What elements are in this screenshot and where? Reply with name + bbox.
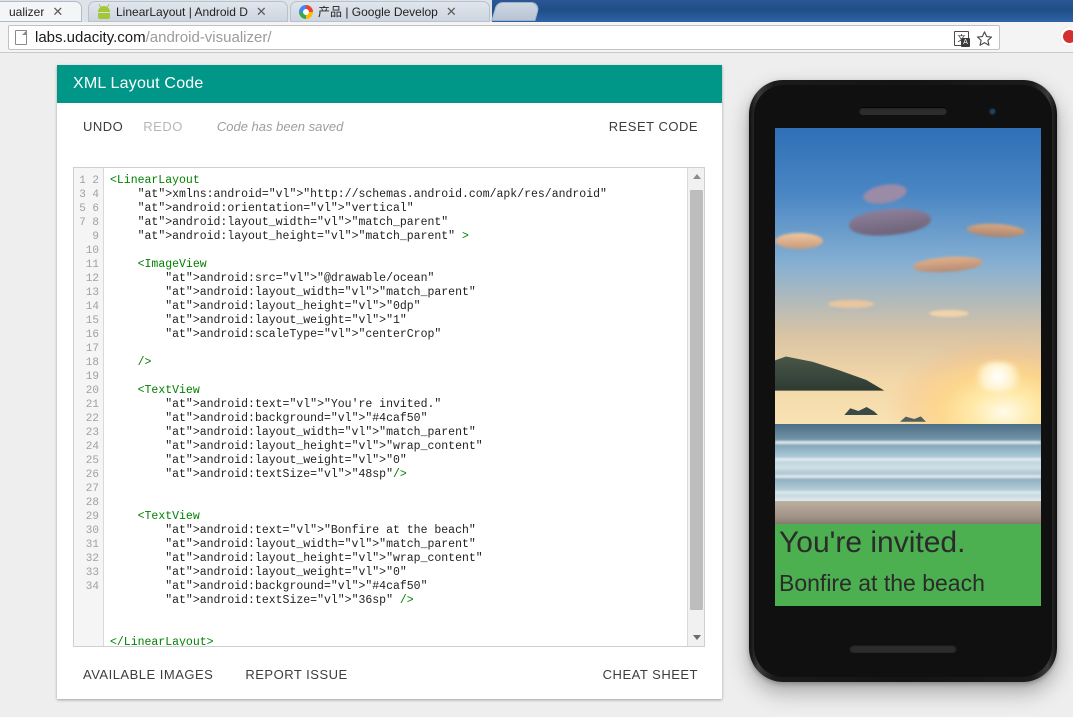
headline-textview: You're invited. bbox=[775, 524, 1041, 562]
device-bezel: You're invited. Bonfire at the beach bbox=[754, 85, 1052, 677]
undo-button[interactable]: UNDO bbox=[73, 113, 133, 140]
url-path: /android-visualizer/ bbox=[145, 29, 272, 46]
line-number-gutter: 1 2 3 4 5 6 7 8 9 10 11 12 13 14 15 16 1… bbox=[74, 168, 104, 646]
editor-toolbar: UNDO REDO Code has been saved RESET CODE bbox=[57, 103, 722, 149]
available-images-button[interactable]: AVAILABLE IMAGES bbox=[73, 661, 223, 688]
scroll-down-icon[interactable] bbox=[688, 629, 704, 646]
tab-strip: ualizer ✕ LinearLayout | Android D ✕ 产品 … bbox=[0, 0, 1073, 22]
tab-title: ualizer bbox=[9, 4, 45, 19]
report-issue-button[interactable]: REPORT ISSUE bbox=[235, 661, 357, 688]
address-bar: labs.udacity.com/android-visualizer/ 文 A bbox=[0, 22, 1073, 53]
scrollbar-thumb[interactable] bbox=[690, 190, 703, 610]
page-content: XML Layout Code UNDO REDO Code has been … bbox=[0, 54, 1073, 717]
save-status-text: Code has been saved bbox=[216, 118, 344, 134]
tab-close-icon[interactable]: ✕ bbox=[52, 4, 63, 20]
tab-close-icon[interactable]: ✕ bbox=[446, 4, 457, 20]
browser-window: ualizer ✕ LinearLayout | Android D ✕ 产品 … bbox=[0, 0, 1073, 717]
url-host: labs.udacity.com bbox=[35, 29, 146, 46]
cheat-sheet-button[interactable]: CHEAT SHEET bbox=[593, 661, 708, 688]
redo-button[interactable]: REDO bbox=[133, 113, 193, 140]
card-header: XML Layout Code bbox=[57, 65, 722, 103]
editor-scrollbar[interactable] bbox=[687, 168, 704, 646]
new-tab-button[interactable] bbox=[491, 2, 541, 21]
code-text[interactable]: <LinearLayout "at">xmlns:android="vl">"h… bbox=[104, 168, 687, 646]
speaker-grille-icon bbox=[849, 644, 957, 653]
star-icon[interactable] bbox=[976, 30, 993, 47]
tab-linearlayout-android[interactable]: LinearLayout | Android D ✕ bbox=[88, 1, 288, 22]
front-camera-icon bbox=[989, 108, 996, 115]
device-screen: You're invited. Bonfire at the beach bbox=[775, 128, 1041, 606]
card-footer: AVAILABLE IMAGES REPORT ISSUE CHEAT SHEE… bbox=[57, 649, 722, 699]
translate-icon[interactable]: 文 A bbox=[954, 31, 970, 47]
tab-close-icon[interactable]: ✕ bbox=[256, 4, 267, 20]
xml-layout-code-card: XML Layout Code UNDO REDO Code has been … bbox=[57, 65, 722, 699]
url-input[interactable]: labs.udacity.com/android-visualizer/ 文 A bbox=[8, 25, 1000, 50]
page-title: XML Layout Code bbox=[73, 75, 204, 92]
tab-title: 产品 | Google Develop bbox=[318, 5, 438, 19]
subhead-textview: Bonfire at the beach bbox=[775, 562, 1041, 606]
android-icon bbox=[97, 3, 111, 19]
earpiece-icon bbox=[859, 107, 947, 115]
extension-icon[interactable] bbox=[1060, 27, 1073, 46]
tab-android-visualizer[interactable]: ualizer ✕ bbox=[0, 1, 82, 22]
reset-code-button[interactable]: RESET CODE bbox=[599, 113, 708, 140]
page-icon bbox=[15, 30, 27, 45]
tab-google-developers[interactable]: 产品 | Google Develop ✕ bbox=[290, 1, 490, 22]
google-developers-icon bbox=[299, 4, 313, 19]
code-editor[interactable]: 1 2 3 4 5 6 7 8 9 10 11 12 13 14 15 16 1… bbox=[73, 167, 705, 647]
tab-title: LinearLayout | Android D bbox=[116, 4, 248, 19]
url-text: labs.udacity.com/android-visualizer/ bbox=[35, 29, 272, 46]
device-preview: You're invited. Bonfire at the beach bbox=[749, 80, 1057, 682]
translate-badge: A bbox=[961, 38, 970, 47]
omnibox-actions: 文 A bbox=[954, 30, 993, 47]
scroll-up-icon[interactable] bbox=[688, 168, 704, 185]
